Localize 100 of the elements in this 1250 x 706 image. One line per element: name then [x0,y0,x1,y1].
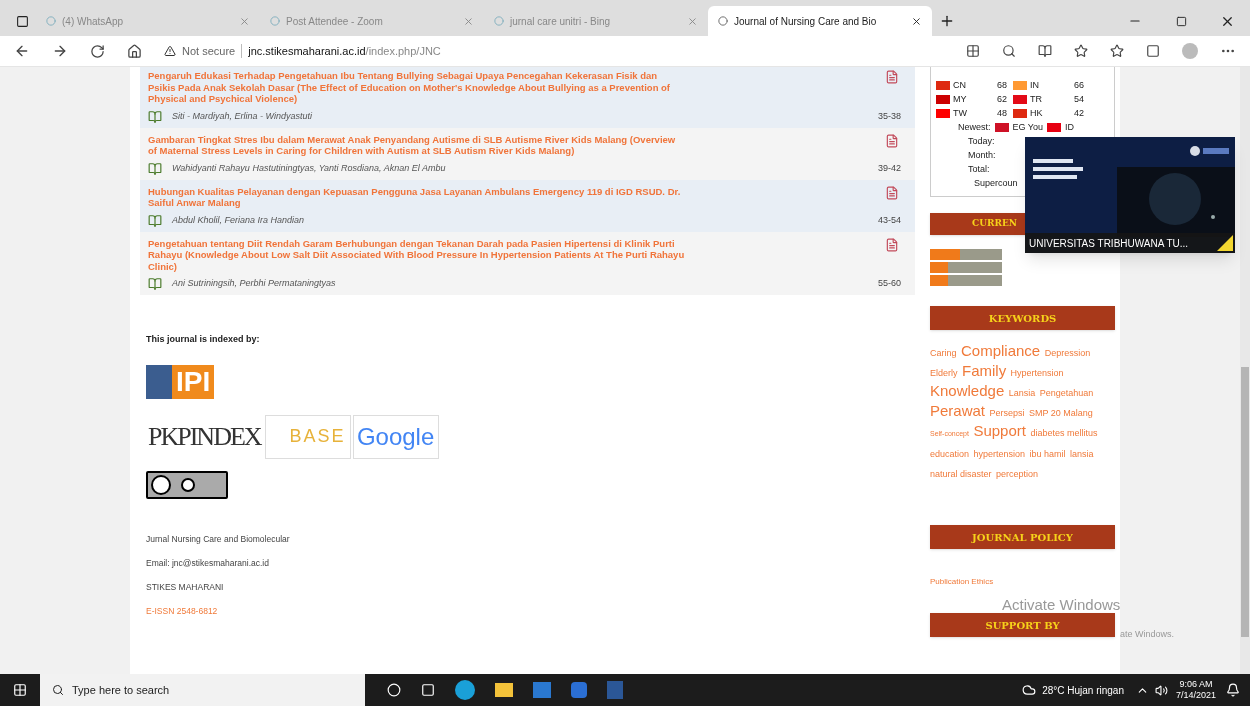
keyword-link[interactable]: Elderly [930,368,958,378]
keyword-link[interactable]: Hypertension [1010,368,1064,378]
reload-icon[interactable] [90,43,105,59]
keyword-link[interactable]: Persepsi [989,408,1025,418]
forward-icon[interactable] [52,43,68,59]
reader-icon[interactable] [966,44,980,58]
browser-tab[interactable]: Post Attendee - Zoom [260,6,484,36]
article-title-link[interactable]: Gambaran Tingkat Stres Ibu dalam Merawat Anak Penyandang Autisme di SLB Autisme River Kids Malang (Overview of Maternal Stress Levels in Caring for Children with Autism at SLB Autism River Kids Malang) [148,133,875,157]
stat-label: Today: [968,135,995,148]
browser-tab[interactable]: jurnal care unitri - Bing [484,6,708,36]
article-authors: Ani Sutriningsih, Perbhi Permataningtyas [172,277,337,291]
publication-ethics-link[interactable]: Publication Ethics [930,577,994,587]
visitor-count: 68 [997,79,1008,92]
keyword-link[interactable]: Family [961,362,1007,379]
favicon-icon [270,16,280,26]
home-icon[interactable] [127,43,142,59]
keyword-link[interactable]: Lansia [1008,388,1036,398]
keyword-link[interactable]: hypertension [973,449,1026,459]
keyword-link[interactable]: education [930,449,970,459]
cortana-icon[interactable] [387,683,401,697]
search-icon[interactable] [1002,44,1016,58]
article-title-link[interactable]: Hubungan Kualitas Pelayanan dengan Kepuasan Pengguna Jasa Layanan Ambulans Emergency 119 di IGD RSUD. Dr. Saiful Anwar Malang [148,185,875,209]
keyword-link[interactable]: Depression [1044,348,1091,358]
taskbar-search-field[interactable]: Type here to search [40,674,365,706]
pdf-icon[interactable] [885,133,899,148]
article-pages: 43-54 [877,213,901,227]
visitor-count: 54 [1074,93,1085,106]
stat-label: Month: [968,149,996,162]
country-code: IN [1030,79,1040,92]
tab-title: (4) WhatsApp [62,14,125,29]
issn-link[interactable]: E-ISSN 2548-6812 [146,604,915,617]
pdf-icon[interactable] [885,70,899,84]
article-authors: Siti - Mardiyah, Erlina - Windyastuti [172,109,313,123]
close-icon [463,15,474,27]
book-icon [148,109,162,124]
footer-text: Jurnal Nursing Care and Biomolecular [146,532,291,545]
edge-icon[interactable] [455,680,475,700]
browser-tab[interactable]: Journal of Nursing Care and Bio [708,6,932,36]
keyword-link[interactable]: Perawat [930,402,986,419]
section-header: SUPPORT BY [930,613,1115,637]
keyword-link[interactable]: diabetes mellitus [1030,428,1098,438]
address-field[interactable]: jnc.stikesmaharani.ac.id/index.php/JNC [248,42,441,60]
keyword-link[interactable]: Pengetahuan [1039,388,1094,398]
ipi-logo[interactable]: IPI [146,360,232,403]
footer-text: STIKES MAHARANI [146,580,225,593]
back-icon[interactable] [14,43,30,59]
notification-icon[interactable] [1226,683,1240,697]
keyword-link[interactable]: Support [973,422,1026,439]
favorite-icon[interactable] [1074,44,1088,58]
visitor-count: 42 [1074,107,1085,120]
keyword-link[interactable]: Compliance [960,342,1041,359]
pdf-icon[interactable] [885,237,899,252]
clock[interactable]: 9:06 AM 7/14/2021 [1175,679,1216,701]
article-title-link[interactable]: Pengaruh Edukasi Terhadap Pengetahuan Ibu Tentang Bullying Sebagai Upaya Pencegahan Kekerasan Fisik dan Psikis Pada Anak Sekolah Dasar (The Effect of Education on Mother's Knowledge About Bullying as a Prevention of Physical and Psychical Violence) [148,70,875,105]
security-label[interactable]: Not secure [182,42,236,60]
article-title-link[interactable]: Pengetahuan tentang Diit Rendah Garam Berhubungan dengan Tekanan Darah pada Pasien Hipertensi di Klinik Purti Rahayu (Knowledge About Low Salt Diit Associated With Blood Pressure In Hypertension Patients At The Purti Rahayu Clinic) [148,237,875,272]
keyword-link[interactable]: perception [996,469,1039,479]
read-aloud-icon[interactable] [1038,44,1052,58]
favorites-icon[interactable] [1110,44,1124,58]
country-code: CN [953,79,967,92]
article-pages: 35-38 [877,109,901,123]
mail-icon[interactable] [571,682,587,698]
favicon-icon [494,16,504,26]
keyword-link[interactable]: Caring [930,348,957,358]
tab-title: Journal of Nursing Care and Bio [734,14,878,29]
stat-label: Supercoun [974,177,1018,190]
country-code: HK [1030,107,1044,120]
book-icon [148,161,162,176]
close-icon [239,15,250,27]
tab-title: Post Attendee - Zoom [286,14,384,29]
base-logo[interactable]: BASE [264,414,351,459]
keyword-link[interactable]: lansia [1070,449,1094,459]
video-window[interactable]: UNIVERSITAS TRIBHUWANA TU... [1025,137,1235,253]
activation-title: Activate Windows [1002,596,1121,613]
stats-badges-drawing [930,249,1002,286]
collections-icon[interactable] [1146,44,1160,58]
country-code: EG You [1012,121,1044,134]
scrollbar-thumb[interactable] [1241,367,1249,637]
keyword-link[interactable]: SMP 20 Malang [1028,408,1093,418]
volume-icon[interactable] [1154,683,1168,697]
pkp-index-logo[interactable]: PKPINDEX [146,414,263,459]
book-icon [148,213,162,228]
article-authors: Wahidyanti Rahayu Hastutiningtyas, Yanti Rosdiana, Aknan El Ambu [172,161,447,175]
keyword-link[interactable]: natural disaster [930,469,992,479]
weather-text[interactable]: 28°C Hujan ringan [1042,682,1124,698]
warning-icon [164,45,176,57]
browser-tab[interactable]: (4) WhatsApp [36,6,260,36]
google-logo[interactable]: Google [352,414,439,459]
keyword-link[interactable]: ibu hamil [1029,449,1066,459]
task-view-icon[interactable] [421,683,435,697]
footer-text: Email: jnc@stikesmaharani.ac.id [146,556,270,569]
tab-title: jurnal care unitri - Bing [510,14,612,29]
search-icon [52,684,64,696]
favicon-icon [46,16,56,26]
creative-commons-icon[interactable] [146,470,228,499]
country-code: ID [1065,121,1075,134]
country-code: TW [953,107,968,120]
pdf-icon[interactable] [885,185,899,200]
weather-icon [1022,683,1037,697]
keyword-link[interactable]: Knowledge [930,382,1005,399]
